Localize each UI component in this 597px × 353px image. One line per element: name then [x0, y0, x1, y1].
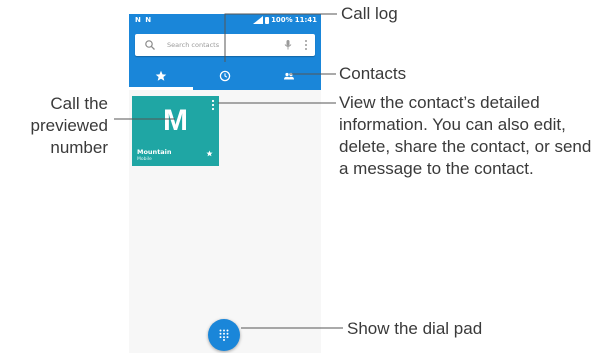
contact-name: Mountain — [137, 148, 172, 156]
contact-card[interactable]: M Mountain Mobile — [132, 96, 219, 166]
callout-call-previewed: Call the previewed number — [30, 94, 109, 157]
notification-icons: N N — [135, 16, 153, 24]
tab-bar — [129, 62, 321, 90]
tab-favorites[interactable] — [129, 62, 193, 90]
callout-call-log: Call log — [341, 4, 398, 23]
clock-icon — [219, 70, 231, 82]
battery-level: 100% — [271, 16, 293, 24]
tab-contacts[interactable] — [257, 62, 321, 90]
mic-icon[interactable] — [283, 39, 293, 51]
clock-time: 11:41 — [294, 16, 317, 24]
tab-call-log[interactable] — [193, 62, 257, 90]
favorite-star-icon — [206, 150, 213, 157]
status-right: 100% 11:41 — [253, 16, 317, 24]
search-icon[interactable] — [144, 39, 156, 51]
more-options-icon[interactable] — [303, 39, 309, 51]
search-bar[interactable] — [135, 34, 315, 56]
contact-menu-icon[interactable] — [211, 99, 215, 111]
star-icon — [155, 70, 167, 81]
battery-icon — [265, 16, 270, 24]
app-bar — [129, 28, 321, 90]
dial-pad-button[interactable] — [208, 319, 240, 351]
signal-icon — [253, 16, 264, 24]
contact-phone-type: Mobile — [137, 157, 152, 162]
contact-initial: M — [163, 104, 188, 137]
phone-screen: N N 100% 11:41 Search contacts M Mountai… — [129, 14, 321, 353]
favorites-list: M Mountain Mobile — [129, 90, 321, 353]
callout-dial-pad: Show the dial pad — [347, 319, 483, 338]
dialpad-icon — [219, 329, 229, 341]
callout-view-contact: View the contact’s detailed information.… — [339, 93, 592, 178]
status-bar: N N 100% 11:41 — [129, 14, 321, 28]
people-icon — [284, 72, 294, 80]
search-input[interactable] — [167, 37, 277, 53]
callout-contacts: Contacts — [339, 64, 407, 83]
